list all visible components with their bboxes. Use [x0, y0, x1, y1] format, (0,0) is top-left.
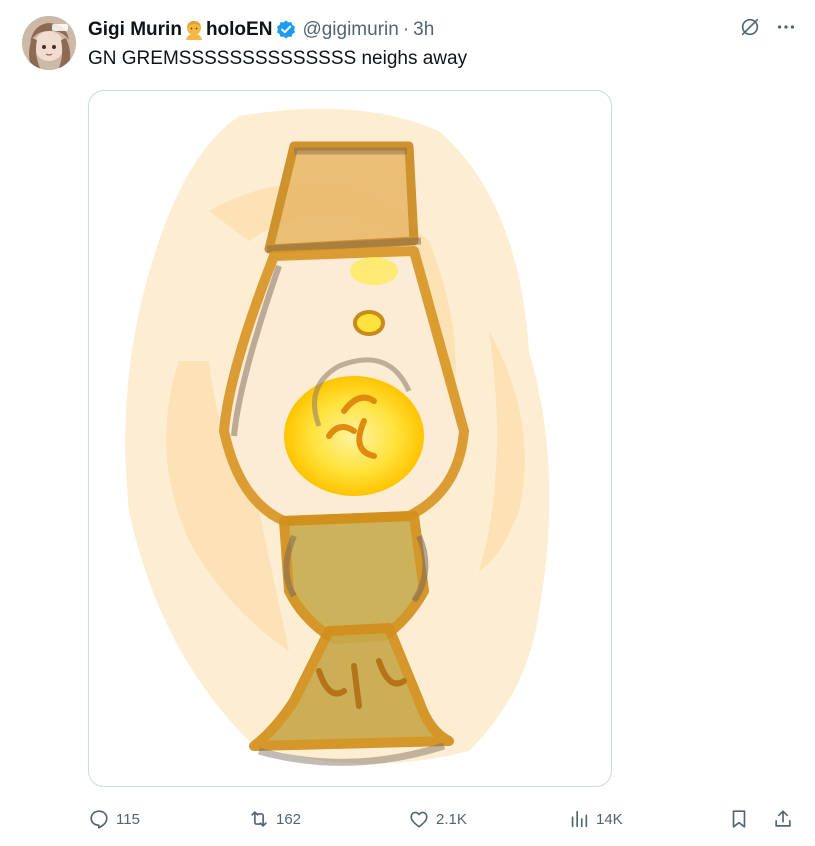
action-bar: 115 162 2.1K 14K — [88, 803, 800, 835]
bookmark-icon — [732, 810, 746, 828]
separator-dot: · — [402, 19, 410, 40]
reply-icon — [90, 810, 108, 829]
reply-count: 115 — [116, 810, 140, 828]
tweet-image[interactable] — [88, 90, 612, 787]
tweet-text: GN GREMSSSSSSSSSSSSSS neighs away — [88, 48, 468, 69]
share-icon — [775, 810, 791, 827]
share-button[interactable] — [772, 803, 794, 835]
reply-button[interactable]: 115 — [88, 803, 140, 835]
lava-lamp-drawing — [125, 108, 550, 766]
repost-count: 162 — [276, 810, 302, 828]
display-name[interactable]: Gigi Murin — [88, 19, 182, 41]
tweet-header: Gigi Murin holoEN @gigimurin · 3h — [88, 17, 434, 43]
grok-icon[interactable] — [739, 16, 761, 38]
top-actions — [739, 16, 797, 38]
like-count: 2.1K — [436, 810, 467, 828]
repost-icon — [251, 811, 267, 827]
analytics-icon — [571, 810, 588, 828]
person-emoji-icon — [183, 19, 205, 41]
verified-badge-icon[interactable] — [275, 19, 297, 41]
timestamp[interactable]: 3h — [413, 19, 434, 41]
bookmark-button[interactable] — [728, 803, 750, 835]
repost-button[interactable]: 162 — [248, 803, 301, 835]
avatar-image — [22, 16, 76, 70]
views-count: 14K — [596, 810, 623, 828]
handle[interactable]: @gigimurin — [302, 19, 398, 41]
org-label[interactable]: holoEN — [206, 19, 273, 41]
heart-icon — [410, 811, 428, 828]
more-options-icon[interactable] — [775, 16, 797, 38]
views-button[interactable]: 14K — [568, 803, 623, 835]
like-button[interactable]: 2.1K — [408, 803, 467, 835]
avatar[interactable] — [22, 16, 76, 70]
